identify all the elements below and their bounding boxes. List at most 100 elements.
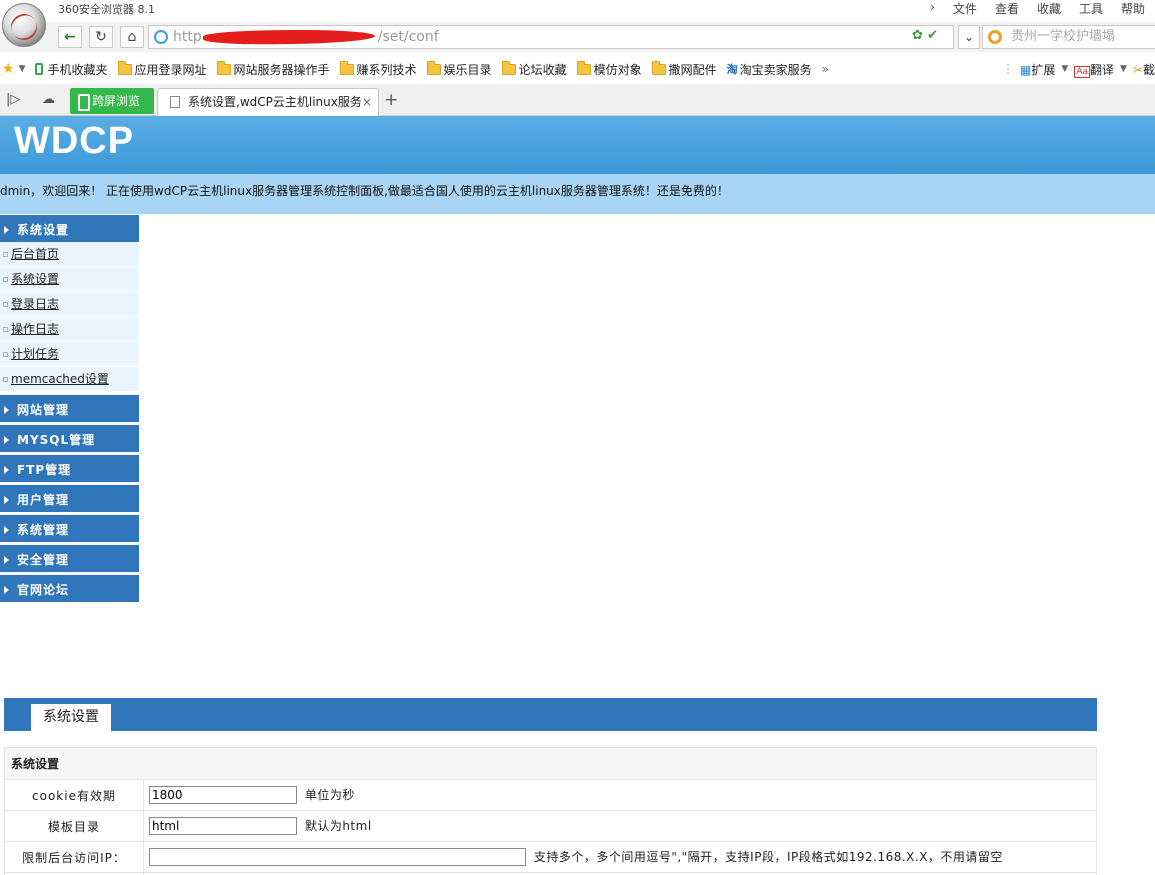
sidebar-section-ftp[interactable]: FTP管理 bbox=[0, 455, 139, 482]
extend-button[interactable]: ▦扩展 bbox=[1020, 61, 1055, 78]
browser-menu: › 文件 查看 收藏 工具 帮助 bbox=[930, 0, 1145, 17]
bookmark-folder[interactable]: 撒网配件 bbox=[651, 60, 717, 78]
search-placeholder: 贵州一学校护墙塌 bbox=[1011, 29, 1116, 44]
screenshot-icon: ✂ bbox=[1132, 62, 1143, 77]
address-bar: ← ↻ ⌂ http/set/conf ✿ ✔ ⌄ 贵州一学校护墙塌 bbox=[0, 22, 1155, 52]
tab-bar: |▷ ☁ 跨屏浏览 系统设置,wdCP云主机linux服务 × + bbox=[0, 84, 1155, 116]
star-icon[interactable]: ★ bbox=[2, 61, 15, 77]
bookmark-folder[interactable]: 娱乐目录 bbox=[426, 60, 492, 78]
redaction-mark bbox=[202, 28, 376, 46]
browser-logo-icon[interactable] bbox=[2, 3, 46, 47]
folder-icon bbox=[576, 60, 591, 75]
form-row-ip: 限制后台访问IP： 支持多个，多个间用逗号","隔开，支持IP段，IP段格式如1… bbox=[4, 841, 1097, 873]
cookie-label: cookie有效期 bbox=[4, 779, 144, 811]
bookmark-mobile[interactable]: 手机收藏夹 bbox=[35, 61, 108, 78]
bookmark-folder[interactable]: 模仿对象 bbox=[576, 60, 642, 78]
page-header: WDCP bbox=[0, 116, 1155, 174]
folder-icon bbox=[651, 60, 666, 75]
panel-tab-settings[interactable]: 系统设置 bbox=[31, 704, 111, 731]
browser-titlebar: 360安全浏览器 8.1 › 文件 查看 收藏 工具 帮助 bbox=[0, 0, 1155, 22]
bookmarks-right-tools: ⋮ ▦扩展 ▼ Aa 翻译 ▼ ✂截 bbox=[996, 56, 1155, 82]
template-hint: 默认为html bbox=[304, 818, 372, 833]
sidebar-section-users[interactable]: 用户管理 bbox=[0, 485, 139, 512]
sidebar-section-system-admin[interactable]: 系统管理 bbox=[0, 515, 139, 542]
chevron-down-icon[interactable]: ⌄ bbox=[958, 25, 980, 49]
ip-hint: 支持多个，多个间用逗号","隔开，支持IP段，IP段格式如192.168.X.X… bbox=[533, 849, 1003, 864]
sidebar-item-home[interactable]: 后台首页 bbox=[0, 242, 139, 267]
sidebar-item-settings[interactable]: 系统设置 bbox=[0, 267, 139, 292]
extend-icon: ▦ bbox=[1020, 62, 1032, 77]
form-row-cookie: cookie有效期 单位为秒 bbox=[4, 779, 1097, 811]
page-icon bbox=[170, 96, 180, 108]
folder-icon bbox=[426, 60, 441, 75]
template-input[interactable] bbox=[149, 817, 297, 836]
globe-icon bbox=[154, 30, 168, 44]
extend-dropdown-icon[interactable]: ▼ bbox=[1061, 64, 1068, 74]
cloud-icon[interactable]: ☁ bbox=[42, 92, 55, 107]
menu-arrow-icon[interactable]: › bbox=[930, 0, 935, 17]
screenshot-button[interactable]: ✂截 bbox=[1133, 61, 1155, 78]
folder-icon bbox=[501, 60, 516, 75]
ip-label: 限制后台访问IP： bbox=[4, 841, 144, 873]
bookmark-folder[interactable]: 赚系列技术 bbox=[339, 60, 417, 78]
sidebar-section-system-settings[interactable]: 系统设置 bbox=[0, 215, 139, 242]
menu-file[interactable]: 文件 bbox=[953, 0, 977, 17]
url-prefix: http bbox=[173, 29, 202, 45]
sidebar-section-security[interactable]: 安全管理 bbox=[0, 545, 139, 572]
translate-icon: Aa bbox=[1074, 65, 1090, 78]
web-page: WDCP dmin，欢迎回来！ 正在使用wdCP云主机linux服务器管理系统控… bbox=[0, 116, 1155, 875]
more-bookmarks-icon[interactable]: » bbox=[822, 62, 829, 76]
bookmark-taobao[interactable]: 淘淘宝卖家服务 bbox=[727, 61, 812, 78]
template-label: 模板目录 bbox=[4, 810, 144, 842]
separator-icon: ⋮ bbox=[1002, 62, 1015, 76]
close-icon[interactable]: × bbox=[362, 89, 372, 115]
taobao-icon: 淘 bbox=[726, 63, 738, 76]
translate-button[interactable]: Aa 翻译 bbox=[1074, 61, 1114, 78]
home-icon[interactable]: ⌂ bbox=[120, 26, 144, 48]
sidebar-item-cron[interactable]: 计划任务 bbox=[0, 342, 139, 367]
sidebar-item-memcached[interactable]: memcached设置 bbox=[0, 367, 139, 392]
new-tab-button[interactable]: + bbox=[384, 90, 398, 110]
url-input[interactable]: http/set/conf bbox=[148, 25, 954, 49]
tab-title: 系统设置,wdCP云主机linux服务 bbox=[188, 95, 362, 109]
bookmark-folder[interactable]: 应用登录网址 bbox=[117, 60, 207, 78]
panel-tab-bar: 系统设置 bbox=[4, 698, 1097, 731]
tab-settings[interactable]: 系统设置,wdCP云主机linux服务 × bbox=[157, 88, 379, 116]
search-engine-icon bbox=[988, 30, 1002, 44]
sidebar-section-mysql[interactable]: MYSQL管理 bbox=[0, 425, 139, 452]
browser-title: 360安全浏览器 8.1 bbox=[58, 3, 155, 16]
bookmark-folder[interactable]: 网站服务器操作手 bbox=[216, 60, 330, 78]
menu-favorites[interactable]: 收藏 bbox=[1037, 0, 1061, 17]
folder-icon bbox=[339, 60, 354, 75]
phone-icon bbox=[35, 63, 44, 75]
cookie-input[interactable] bbox=[149, 786, 297, 805]
back-arrow-icon[interactable]: ← bbox=[58, 26, 82, 48]
refresh-icon[interactable]: ↻ bbox=[89, 26, 113, 48]
url-status-icons[interactable]: ✿ ✔ bbox=[912, 28, 938, 43]
form-row-template: 模板目录 默认为html bbox=[4, 810, 1097, 842]
folder-icon bbox=[216, 60, 231, 75]
cross-screen-button[interactable]: 跨屏浏览 bbox=[70, 88, 154, 114]
welcome-banner: dmin，欢迎回来！ 正在使用wdCP云主机linux服务器管理系统控制面板,做… bbox=[0, 174, 1155, 214]
sidebar-section-forum[interactable]: 官网论坛 bbox=[0, 575, 139, 602]
sidebar: 系统设置 后台首页 系统设置 登录日志 操作日志 计划任务 memcached设… bbox=[0, 212, 139, 602]
sidebar-section-website[interactable]: 网站管理 bbox=[0, 395, 139, 422]
wdcp-logo[interactable]: WDCP bbox=[14, 120, 134, 163]
menu-help[interactable]: 帮助 bbox=[1121, 0, 1145, 17]
sidebar-item-login-log[interactable]: 登录日志 bbox=[0, 292, 139, 317]
form-caption: 系统设置 bbox=[4, 747, 1097, 780]
settings-form: 系统设置 cookie有效期 单位为秒 模板目录 默认为html 限制后台访问I… bbox=[4, 747, 1097, 875]
sidebar-item-operation-log[interactable]: 操作日志 bbox=[0, 317, 139, 342]
sidebar-toggle-icon[interactable]: |▷ bbox=[6, 92, 20, 107]
menu-view[interactable]: 查看 bbox=[995, 0, 1019, 17]
ip-input[interactable] bbox=[149, 848, 526, 867]
bookmark-folder[interactable]: 论坛收藏 bbox=[501, 60, 567, 78]
url-suffix: /set/conf bbox=[377, 29, 439, 45]
translate-dropdown-icon[interactable]: ▼ bbox=[1120, 64, 1127, 74]
bookmarks-bar: ★ ▼ 手机收藏夹 应用登录网址 网站服务器操作手 赚系列技术 娱乐目录 论坛收… bbox=[0, 56, 1155, 82]
cookie-hint: 单位为秒 bbox=[304, 787, 355, 802]
folder-icon bbox=[117, 60, 132, 75]
search-input[interactable]: 贵州一学校护墙塌 bbox=[982, 25, 1155, 49]
menu-tools[interactable]: 工具 bbox=[1079, 0, 1103, 17]
bookmarks-dropdown-icon[interactable]: ▼ bbox=[19, 64, 26, 74]
